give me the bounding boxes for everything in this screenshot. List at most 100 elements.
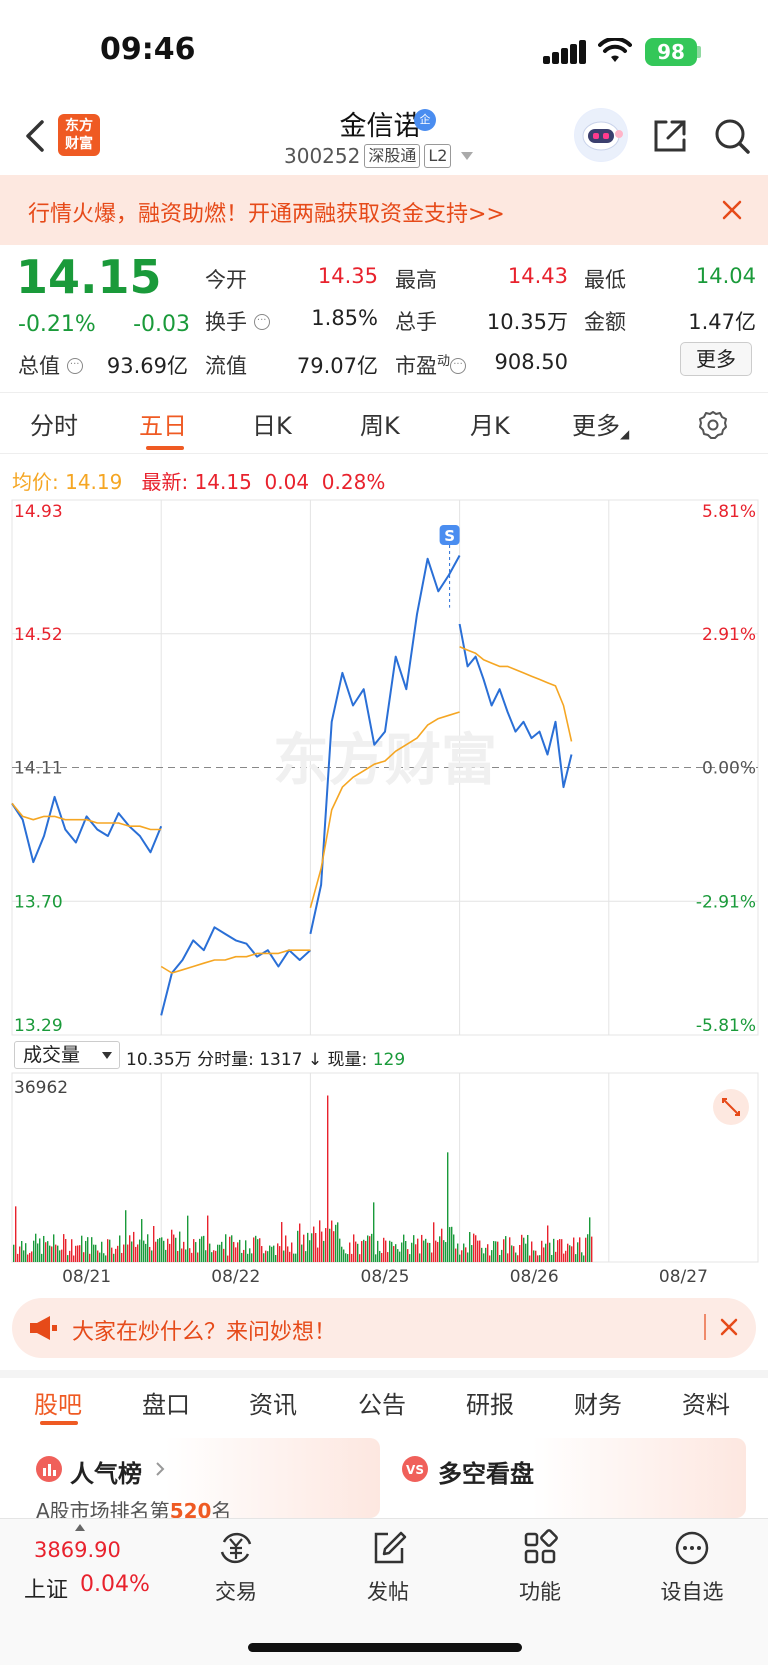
volume-bar <box>523 1237 525 1262</box>
chevron-down-icon[interactable] <box>461 152 474 160</box>
volume-bar <box>475 1235 477 1262</box>
volume-bar <box>67 1255 69 1262</box>
volume-bar <box>407 1249 409 1262</box>
close-icon[interactable] <box>718 1316 740 1338</box>
gear-icon[interactable] <box>698 410 728 440</box>
volume-bar <box>41 1253 43 1262</box>
volume-bar <box>547 1225 549 1262</box>
volume-bar <box>37 1243 39 1262</box>
y-label-right: 2.91% <box>702 625 756 645</box>
volume-bar <box>243 1249 245 1262</box>
expand-up-icon[interactable] <box>74 1522 86 1532</box>
volume-bar <box>59 1250 61 1262</box>
volume-bar <box>137 1244 139 1262</box>
nav-add-watchlist[interactable]: 设自选 <box>647 1528 737 1606</box>
tab-pankou[interactable]: 盘口 <box>142 1385 190 1420</box>
tab-research[interactable]: 研报 <box>466 1385 514 1420</box>
volume-bar <box>295 1253 297 1262</box>
volume-bar <box>455 1248 457 1262</box>
volume-bar <box>573 1237 575 1262</box>
volume-bar <box>151 1250 153 1262</box>
volume-bar <box>541 1240 543 1262</box>
info-icon[interactable]: ··· <box>253 314 270 330</box>
turnover-label-text: 换手 <box>205 310 247 334</box>
tab-finance[interactable]: 财务 <box>574 1385 622 1420</box>
ai-assistant-icon[interactable] <box>574 108 628 162</box>
volume-bar <box>583 1255 585 1262</box>
volume-bar <box>477 1240 479 1262</box>
tab-intraday[interactable]: 分时 <box>30 406 78 441</box>
volume-bar <box>589 1217 591 1262</box>
volume-bar <box>423 1240 425 1262</box>
tab-news[interactable]: 资讯 <box>249 1385 297 1420</box>
volume-bar <box>135 1246 137 1262</box>
tab-announcements[interactable]: 公告 <box>358 1385 406 1420</box>
tab-monthly-k[interactable]: 月K <box>470 406 510 441</box>
volume-bar <box>79 1245 81 1262</box>
close-icon[interactable] <box>720 198 744 222</box>
stock-code-row[interactable]: 300252 深股通 L2 <box>284 144 474 168</box>
volume-bar <box>87 1237 89 1262</box>
volume-bar <box>571 1246 573 1262</box>
dropdown-arrow-icon[interactable] <box>102 1052 112 1059</box>
volume-bar <box>63 1234 65 1262</box>
volume-bar <box>495 1241 497 1262</box>
volume-bar <box>133 1231 135 1262</box>
tab-guba[interactable]: 股吧 <box>34 1385 82 1420</box>
volume-bar <box>141 1219 143 1262</box>
volume-bar <box>449 1227 451 1262</box>
float-value: 79.07亿 <box>296 354 378 378</box>
volume-bar <box>53 1234 55 1262</box>
index-change[interactable]: 0.04% <box>80 1572 150 1597</box>
volume-bar <box>147 1234 149 1262</box>
tab-more[interactable]: 更多◢ <box>572 406 629 441</box>
grid-icon <box>524 1529 558 1564</box>
promo-text[interactable]: 行情火爆，融资助燃！开通两融获取资金支持>> <box>28 196 505 228</box>
volume-bar <box>69 1250 71 1262</box>
volume-bar <box>413 1235 415 1262</box>
index-value[interactable]: 3869.90 <box>34 1538 121 1562</box>
more-button[interactable]: 更多 <box>680 342 752 376</box>
volume-bar <box>193 1239 195 1262</box>
volume-bar <box>225 1234 227 1262</box>
popularity-title[interactable]: 人气榜 <box>70 1454 142 1489</box>
chevron-right-icon[interactable] <box>154 1460 166 1478</box>
volume-bar <box>183 1241 185 1262</box>
info-icon[interactable]: ··· <box>450 358 467 374</box>
index-name[interactable]: 上证 <box>24 1572 68 1604</box>
share-icon[interactable] <box>650 116 690 156</box>
volume-bar <box>313 1226 315 1262</box>
more-dots-icon <box>675 1531 709 1565</box>
volume-bar <box>489 1255 491 1262</box>
tab-five-day[interactable]: 五日 <box>139 406 187 441</box>
volume-bar <box>273 1245 275 1262</box>
volume-bar <box>159 1237 161 1262</box>
volume-bar <box>515 1252 517 1262</box>
nav-post[interactable]: 发帖 <box>343 1528 433 1606</box>
tab-profile[interactable]: 资料 <box>682 1385 730 1420</box>
back-icon[interactable] <box>22 118 50 154</box>
volume-bar <box>513 1246 515 1262</box>
volume-bar <box>581 1252 583 1262</box>
five-day-chart[interactable]: 东方财富14.9314.5214.1113.7013.295.81%2.91%0… <box>0 495 768 1295</box>
long-short-title[interactable]: 多空看盘 <box>438 1454 534 1489</box>
volume-bar <box>261 1246 263 1262</box>
y-label-left: 13.29 <box>14 1016 63 1036</box>
volume-bar <box>279 1246 281 1262</box>
tab-daily-k[interactable]: 日K <box>252 406 292 441</box>
volume-bar <box>339 1238 341 1262</box>
volume-bar <box>435 1240 437 1262</box>
nav-trade[interactable]: 交易 <box>191 1528 281 1606</box>
x-axis-label: 08/26 <box>510 1267 559 1287</box>
volume-bar <box>65 1239 67 1262</box>
volume-bar <box>399 1251 401 1262</box>
volume-bar <box>35 1233 37 1262</box>
tab-weekly-k[interactable]: 周K <box>360 406 400 441</box>
volume-bar <box>231 1235 233 1262</box>
search-icon[interactable] <box>712 116 752 156</box>
ai-banner-text[interactable]: 大家在炒什么？来问妙想！ <box>72 1314 336 1346</box>
volume-bar <box>227 1255 229 1262</box>
change-amount: -0.03 <box>133 312 190 337</box>
info-icon[interactable]: ··· <box>66 358 83 374</box>
nav-functions[interactable]: 功能 <box>495 1528 585 1606</box>
